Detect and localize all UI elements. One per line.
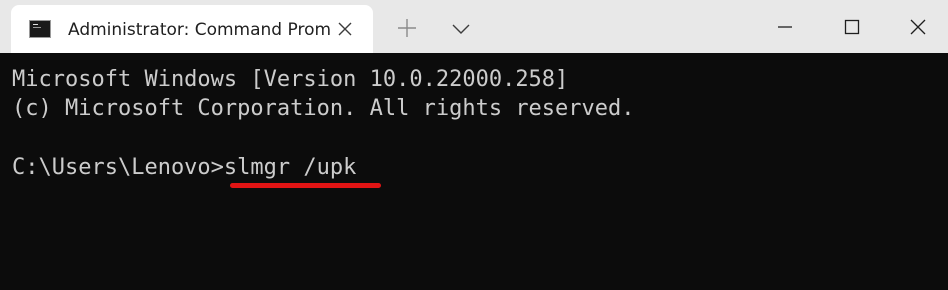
maximize-icon	[844, 19, 860, 35]
plus-icon	[398, 19, 416, 37]
close-window-button[interactable]	[885, 0, 948, 53]
minimize-icon	[778, 26, 792, 28]
dropdown-button[interactable]	[448, 16, 474, 42]
command-highlight-underline	[230, 183, 381, 188]
title-bar[interactable]: Administrator: Command Prompt	[0, 0, 948, 53]
tab-command-prompt[interactable]: Administrator: Command Prompt	[11, 5, 373, 53]
terminal-window: Administrator: Command Prompt Microsoft …	[0, 0, 948, 290]
tab-title: Administrator: Command Prompt	[68, 20, 330, 40]
new-tab-button[interactable]	[394, 15, 420, 41]
minimize-button[interactable]	[752, 0, 818, 53]
console-command: slmgr /upk	[223, 155, 357, 180]
chevron-down-icon	[452, 24, 470, 34]
console-prompt: C:\Users\Lenovo>	[12, 155, 224, 180]
close-icon	[338, 22, 352, 36]
console-command-line[interactable]: C:\Users\Lenovo>slmgr /upk	[12, 154, 356, 182]
console-output[interactable]: Microsoft Windows [Version 10.0.22000.25…	[0, 53, 948, 290]
console-line-copyright: (c) Microsoft Corporation. All rights re…	[12, 96, 635, 121]
close-tab-button[interactable]	[333, 17, 357, 41]
maximize-button[interactable]	[819, 0, 885, 53]
console-line-version: Microsoft Windows [Version 10.0.22000.25…	[12, 67, 569, 92]
cmd-icon	[29, 20, 51, 38]
close-icon	[910, 19, 926, 35]
